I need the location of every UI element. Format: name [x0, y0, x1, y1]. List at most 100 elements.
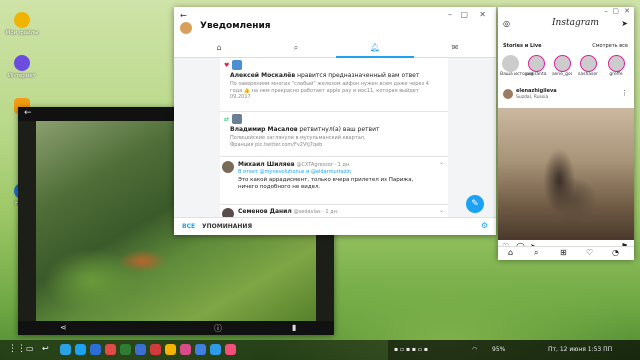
avatar [607, 55, 625, 72]
minimize-icon[interactable]: – [605, 7, 609, 15]
notifications-window[interactable]: ← – ▢ ✕ Уведомления ⌂ ⌕ 🔔︎ ✉ ♥ Алексей М… [174, 7, 496, 235]
apps-grid-icon[interactable]: ⋮⋮ [8, 344, 26, 354]
tab-messages[interactable]: ✉ [448, 43, 462, 55]
close-icon[interactable]: ✕ [479, 10, 486, 19]
taskbar-app-icon[interactable] [180, 344, 191, 355]
direct-icon[interactable]: ➤ [621, 19, 628, 28]
taskbar-app-icon[interactable] [195, 344, 206, 355]
tweet-handle: @sedavlas · 1 дн. [293, 209, 339, 215]
notifications-tabs: ⌂ ⌕ 🔔︎ ✉ [174, 41, 496, 58]
post-image[interactable] [498, 108, 634, 240]
taskbar: ⋮⋮ ▭ ↩ ▪ ▫ ▪ ▪ ▫ ▪ ◠ 95% Пт, 12 июня 1:5… [0, 340, 640, 360]
info-icon[interactable]: ⓘ [214, 323, 222, 334]
notification-user[interactable]: Владимир Масалов [230, 126, 298, 133]
clock[interactable]: Пт, 12 июня 1:53 ПП [548, 340, 612, 360]
back-icon[interactable]: ← [24, 108, 32, 118]
story-label: aline_gorbacheva [552, 72, 572, 77]
notification-user[interactable]: Алексей Москалёв [230, 72, 295, 79]
story-item[interactable]: greffe [606, 55, 626, 77]
camera-icon[interactable]: ◎ [503, 19, 510, 28]
photo-toolbar: ⋖ ⓘ ▮ [18, 321, 334, 335]
taskbar-app-icon[interactable] [120, 344, 131, 355]
notifications-titlebar[interactable]: ← – ▢ ✕ Уведомления [174, 7, 496, 41]
avatar [232, 60, 242, 70]
tweet-author[interactable]: Михаил Шиляев [238, 161, 295, 168]
instagram-window[interactable]: – ▢ ✕ ◎ Instagram ➤ Stories и Live Смотр… [498, 7, 634, 259]
tweet-author[interactable]: Семенов Данил [238, 208, 292, 215]
battery-text: 95% [492, 346, 506, 353]
notification-action: ретвитнул(а) ваш ретвит [299, 126, 380, 133]
share-icon[interactable]: ⋖ [60, 323, 67, 332]
search-icon[interactable]: ⌕ [534, 248, 538, 258]
story-item[interactable]: sashasergeevna [578, 55, 598, 77]
settings-icon[interactable]: ⚙ [481, 221, 488, 230]
add-post-icon[interactable]: ⊞ [560, 248, 567, 257]
stories-label: Stories и Live [503, 43, 542, 49]
close-icon[interactable]: ✕ [624, 7, 630, 15]
taskbar-app-icon[interactable] [90, 344, 101, 355]
tab-notifications[interactable]: 🔔︎ [368, 43, 382, 55]
story-item[interactable]: aline_gorbacheva [552, 55, 572, 77]
minimize-icon[interactable]: – [448, 10, 452, 19]
chevron-down-icon[interactable]: ⌄ [439, 207, 444, 214]
desktop-icon-label: Мои файлы [5, 30, 39, 36]
taskbar-app-icon[interactable] [105, 344, 116, 355]
story-item[interactable]: pqpranta [526, 55, 547, 77]
system-tray[interactable]: ▪ ▫ ▪ ▪ ▫ ▪ ◠ 95% Пт, 12 июня 1:53 ПП [388, 340, 640, 360]
taskbar-app-icon[interactable] [75, 344, 86, 355]
delete-icon[interactable]: ▮ [292, 323, 296, 332]
taskbar-app-icon[interactable] [135, 344, 146, 355]
avatar[interactable] [180, 22, 192, 34]
post-location[interactable]: Suzdal, Russia [516, 95, 548, 100]
story-label: sashasergeevna [578, 72, 598, 77]
tab-mentions[interactable]: УПОМИНАНИЯ [202, 223, 252, 230]
taskbar-app-icon[interactable] [60, 344, 71, 355]
avatar [527, 55, 545, 72]
notification-text: Полицейские заглянули в мусульманский кв… [230, 135, 366, 148]
maximize-icon[interactable]: ▢ [460, 10, 468, 19]
story-label: pqpranta [526, 72, 547, 77]
watch-all-link[interactable]: Смотреть все [592, 43, 628, 49]
more-icon[interactable]: ⋮ [621, 89, 628, 97]
profile-icon[interactable]: ◔ [612, 248, 619, 257]
story-your[interactable]: Ваша история [500, 55, 534, 77]
desktop-icon-internet[interactable]: Интернет [4, 55, 40, 79]
home-icon[interactable]: ⌂ [508, 248, 513, 257]
recent-apps-icon[interactable]: ▭ [26, 344, 34, 353]
avatar [579, 55, 597, 72]
avatar [222, 161, 234, 173]
list-item[interactable]: Михаил Шиляев @CXTAgressor · 1 дн. ⌄ В о… [220, 157, 448, 205]
desktop-icon-my-files[interactable]: Мои файлы [4, 12, 40, 36]
folder-icon [14, 12, 30, 28]
chevron-down-icon[interactable]: ⌄ [439, 159, 444, 166]
globe-icon [14, 55, 30, 71]
taskbar-app-icon[interactable] [225, 344, 236, 355]
taskbar-app-icon[interactable] [210, 344, 221, 355]
avatar [232, 114, 242, 124]
retweet-icon: ⇄ [224, 116, 230, 123]
avatar[interactable] [503, 89, 513, 99]
notification-action: нравится предназначенный вам ответ [297, 72, 420, 79]
maximize-icon[interactable]: ▢ [612, 7, 619, 15]
page-title: Уведомления [200, 21, 271, 31]
list-item[interactable]: ⇄ Владимир Масалов ретвитнул(а) ваш ретв… [220, 112, 448, 157]
tab-home[interactable]: ⌂ [212, 43, 226, 55]
list-item[interactable]: ♥ Алексей Москалёв нравится предназначен… [220, 58, 448, 112]
heart-icon: ♥ [224, 62, 230, 69]
compose-button[interactable]: ✎ [466, 195, 484, 213]
notification-text: По заверениям многих "слабый" железом ай… [230, 81, 429, 100]
tweet-reply-to[interactable]: В ответ @mynevolutionus и @eldarmurtazin [238, 169, 351, 175]
tweet-handle: @CXTAgressor · 1 дн. [296, 162, 351, 168]
tab-all[interactable]: ВСЕ [182, 223, 195, 230]
taskbar-app-icon[interactable] [165, 344, 176, 355]
notifications-filter-bar: ВСЕ УПОМИНАНИЯ ⚙ [174, 217, 496, 235]
back-icon[interactable]: ↩ [42, 344, 49, 353]
tab-search[interactable]: ⌕ [289, 43, 303, 55]
taskbar-app-icon[interactable] [150, 344, 161, 355]
back-icon[interactable]: ← [180, 11, 187, 20]
story-label: Ваша история [500, 72, 534, 77]
activity-icon[interactable]: ♡ [586, 248, 593, 257]
instagram-titlebar[interactable]: – ▢ ✕ [498, 7, 634, 18]
instagram-bottom-nav: ⌂ ⌕ ⊞ ♡ ◔ [498, 246, 634, 260]
post-username[interactable]: elenazhigileva [516, 88, 557, 94]
